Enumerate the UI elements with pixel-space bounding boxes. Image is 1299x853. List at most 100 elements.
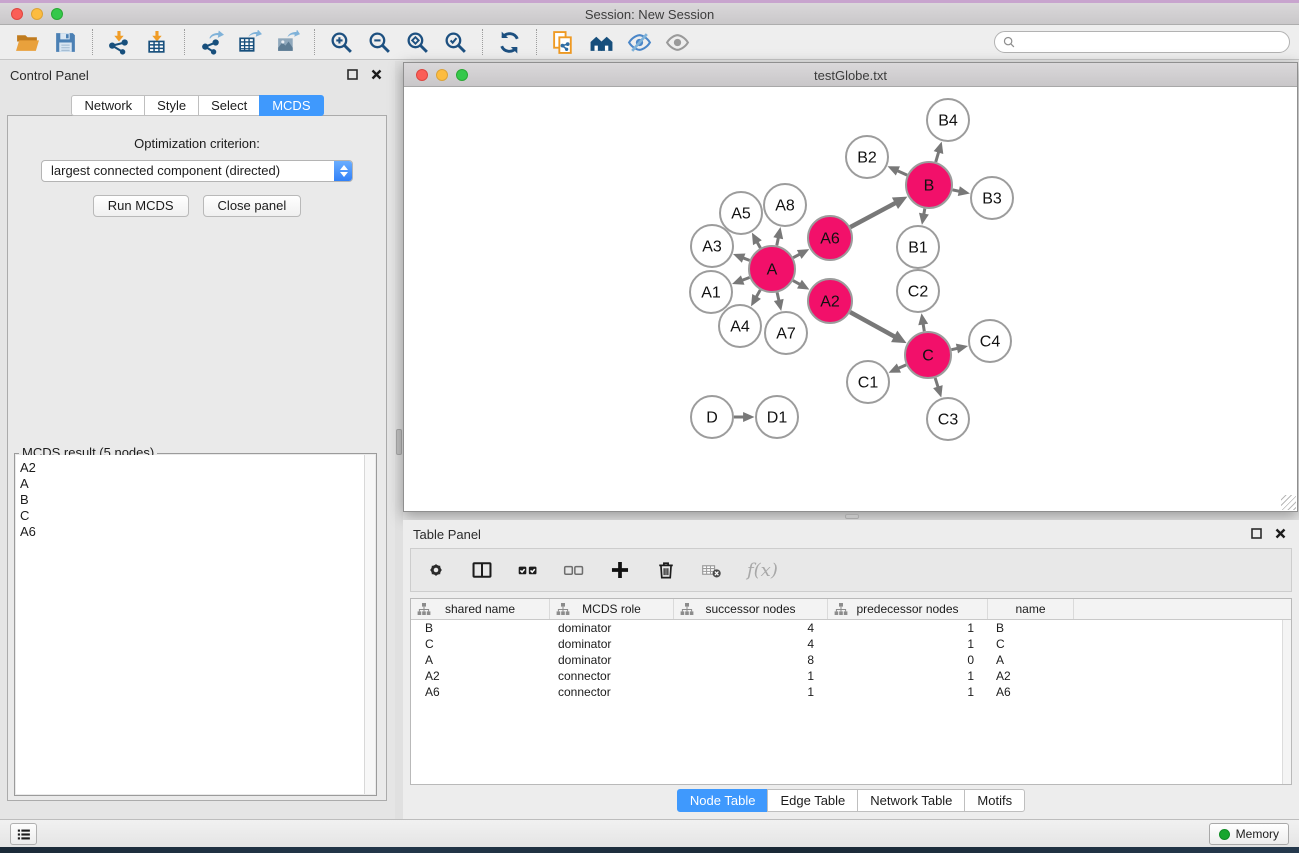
vertical-splitter[interactable] xyxy=(395,61,403,819)
optimization-criterion-label: Optimization criterion: xyxy=(8,136,386,151)
graph-node-A3[interactable]: A3 xyxy=(691,225,733,267)
graph-node-B2[interactable]: B2 xyxy=(846,136,888,178)
mcds-result-item[interactable]: A2 xyxy=(20,460,364,476)
horizontal-splitter[interactable] xyxy=(403,513,1299,520)
zoom-out-button[interactable] xyxy=(364,28,394,56)
table-row[interactable]: A6connector11A6 xyxy=(411,684,1291,700)
column-header-successor-nodes[interactable]: successor nodes xyxy=(674,599,828,619)
save-session-button[interactable] xyxy=(50,28,80,56)
add-column-icon[interactable] xyxy=(609,559,631,581)
column-header-shared-name[interactable]: shared name xyxy=(411,599,550,619)
export-table-button[interactable] xyxy=(234,28,264,56)
graph-node-A4[interactable]: A4 xyxy=(719,305,761,347)
criterion-dropdown[interactable]: largest connected component (directed) xyxy=(41,160,353,182)
tab-edge-table[interactable]: Edge Table xyxy=(767,789,858,812)
graph-edge-A2-C[interactable] xyxy=(850,312,896,337)
zoom-in-button[interactable] xyxy=(326,28,356,56)
search-input[interactable] xyxy=(1016,35,1289,50)
memory-button[interactable]: Memory xyxy=(1209,823,1289,845)
splitter-grip[interactable] xyxy=(845,514,859,519)
graph-node-B1[interactable]: B1 xyxy=(897,226,939,268)
zoom-selected-button[interactable] xyxy=(440,28,470,56)
graph-edge-arrowhead xyxy=(958,186,970,196)
duplicate-network-button[interactable] xyxy=(548,28,578,56)
svg-text:A: A xyxy=(767,262,778,279)
select-all-columns-icon[interactable] xyxy=(517,559,539,581)
graph-node-A7[interactable]: A7 xyxy=(765,312,807,354)
graph-node-C1[interactable]: C1 xyxy=(847,361,889,403)
table-row[interactable]: Bdominator41B xyxy=(411,620,1291,636)
close-panel-button[interactable]: Close panel xyxy=(203,195,302,217)
network-window-titlebar[interactable]: testGlobe.txt xyxy=(404,63,1297,87)
mcds-result-item[interactable]: C xyxy=(20,508,364,524)
graph-node-A8[interactable]: A8 xyxy=(764,184,806,226)
splitter-grip[interactable] xyxy=(396,429,402,455)
graph-node-A6[interactable]: A6 xyxy=(808,216,852,260)
table-cell: dominator xyxy=(550,652,674,668)
graph-node-A5[interactable]: A5 xyxy=(720,192,762,234)
graph-node-A2[interactable]: A2 xyxy=(808,279,852,323)
import-table-button[interactable] xyxy=(142,28,172,56)
graph-edge-A6-B[interactable] xyxy=(850,202,896,227)
export-image-button[interactable] xyxy=(272,28,302,56)
graph-node-C2[interactable]: C2 xyxy=(897,270,939,312)
apply-layout-button[interactable] xyxy=(494,28,524,56)
graph-node-C[interactable]: C xyxy=(905,332,951,378)
tab-network[interactable]: Network xyxy=(71,95,145,116)
search-field[interactable] xyxy=(994,31,1290,53)
zoom-fit-button[interactable] xyxy=(402,28,432,56)
float-panel-icon[interactable] xyxy=(1251,528,1262,539)
graph-node-D[interactable]: D xyxy=(691,396,733,438)
graph-node-B3[interactable]: B3 xyxy=(971,177,1013,219)
column-header-predecessor-nodes[interactable]: predecessor nodes xyxy=(828,599,988,619)
mcds-result-item[interactable]: B xyxy=(20,492,364,508)
app-titlebar[interactable]: Session: New Session xyxy=(0,3,1299,25)
tab-node-table[interactable]: Node Table xyxy=(677,789,769,812)
table-cell: B xyxy=(988,620,1074,636)
graph-edge-arrowhead xyxy=(919,213,929,225)
tab-mcds[interactable]: MCDS xyxy=(259,95,323,116)
hide-selected-button[interactable] xyxy=(624,28,654,56)
split-columns-icon[interactable] xyxy=(471,559,493,581)
export-network-button[interactable] xyxy=(196,28,226,56)
graph-node-B[interactable]: B xyxy=(906,162,952,208)
delete-column-icon[interactable] xyxy=(655,559,677,581)
table-row[interactable]: Cdominator41C xyxy=(411,636,1291,652)
window-resize-grip[interactable] xyxy=(1281,495,1296,510)
float-panel-icon[interactable] xyxy=(347,69,358,80)
table-row[interactable]: A2connector11A2 xyxy=(411,668,1291,684)
mcds-result-item[interactable]: A6 xyxy=(20,524,364,540)
zoom-in-icon xyxy=(329,30,354,55)
double-home-button[interactable] xyxy=(586,28,616,56)
tab-motifs[interactable]: Motifs xyxy=(964,789,1025,812)
graph-node-D1[interactable]: D1 xyxy=(756,396,798,438)
import-network-button[interactable] xyxy=(104,28,134,56)
network-view-window: testGlobe.txt A5A8 A3 A6 A A1A4A7A2 B4 B2 B B3 B1… xyxy=(403,62,1298,512)
tab-select[interactable]: Select xyxy=(198,95,260,116)
graph-node-A[interactable]: A xyxy=(749,246,795,292)
graph-node-A1[interactable]: A1 xyxy=(690,271,732,313)
graph-node-B4[interactable]: B4 xyxy=(927,99,969,141)
task-history-button[interactable] xyxy=(10,823,37,845)
gear-icon[interactable] xyxy=(425,559,447,581)
tab-network-table[interactable]: Network Table xyxy=(857,789,965,812)
table-cell: A2 xyxy=(988,668,1074,684)
delete-table-icon[interactable] xyxy=(701,559,723,581)
close-panel-icon[interactable] xyxy=(371,69,382,80)
function-builder-icon[interactable]: f(x) xyxy=(747,560,778,581)
close-panel-icon[interactable] xyxy=(1275,528,1286,539)
show-all-button[interactable] xyxy=(662,28,692,56)
run-mcds-button[interactable]: Run MCDS xyxy=(93,195,189,217)
network-canvas[interactable]: A5A8 A3 A6 A A1A4A7A2 B4 B2 B B3 B1C2 C C4 C1 C3 D D1 xyxy=(404,88,1297,511)
column-header-name[interactable]: name xyxy=(988,599,1074,619)
open-network-button[interactable] xyxy=(12,28,42,56)
graph-node-C3[interactable]: C3 xyxy=(927,398,969,440)
result-list-scrollbar[interactable] xyxy=(364,455,375,794)
unselect-all-columns-icon[interactable] xyxy=(563,559,585,581)
table-scrollbar[interactable] xyxy=(1282,620,1291,784)
table-row[interactable]: Adominator80A xyxy=(411,652,1291,668)
tab-style[interactable]: Style xyxy=(144,95,199,116)
mcds-result-item[interactable]: A xyxy=(20,476,364,492)
column-header-mcds-role[interactable]: MCDS role xyxy=(550,599,674,619)
graph-node-C4[interactable]: C4 xyxy=(969,320,1011,362)
